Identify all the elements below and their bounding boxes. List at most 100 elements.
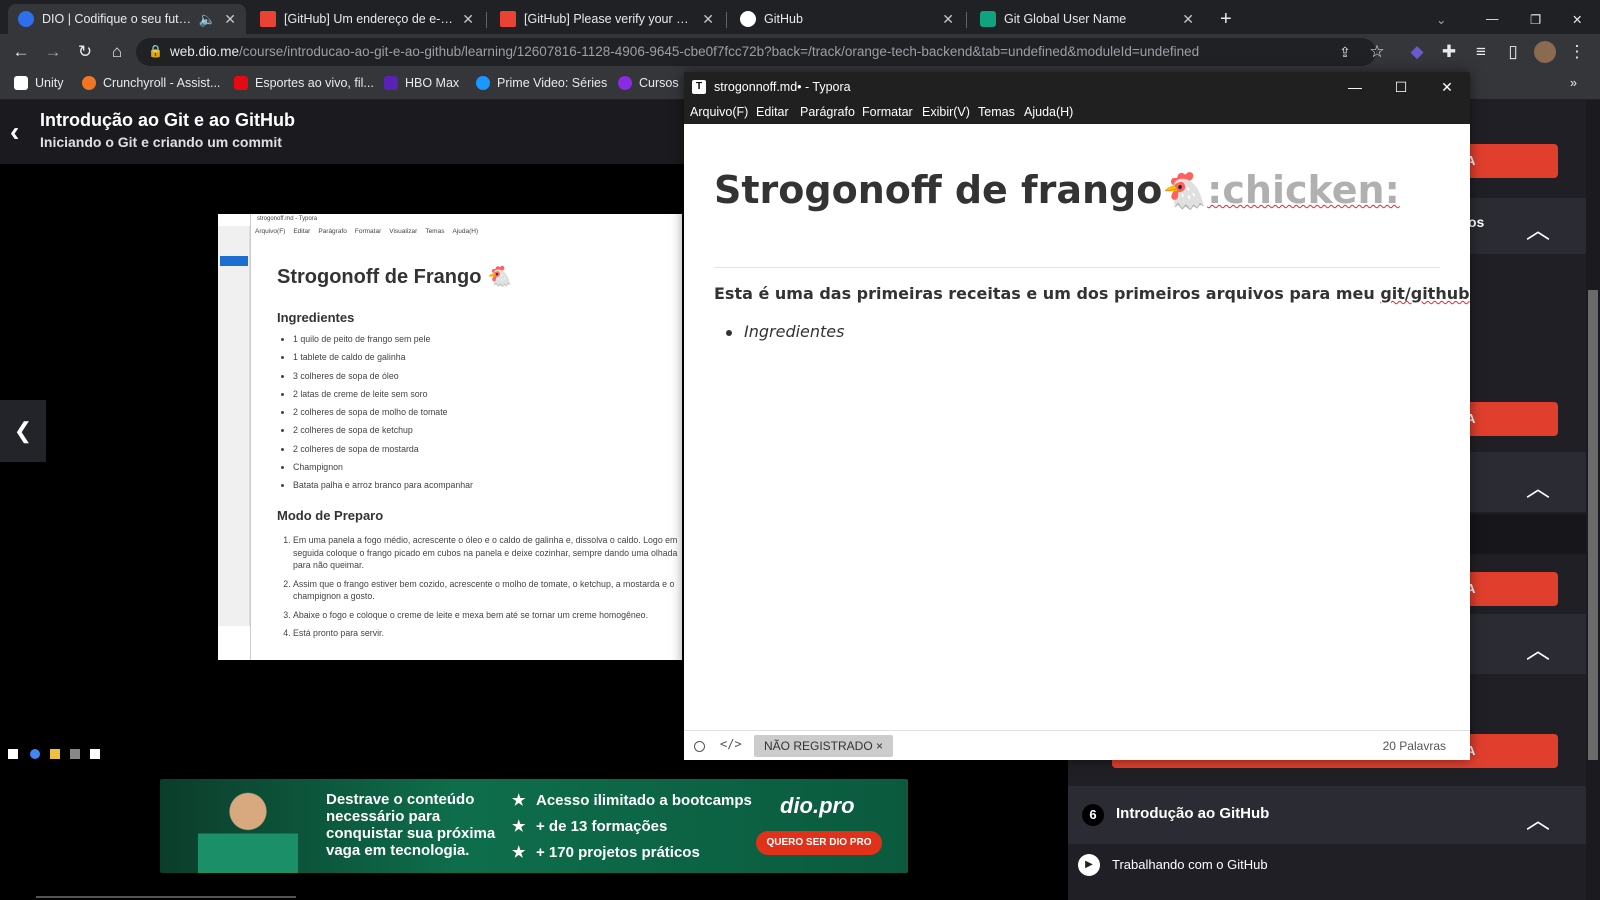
- bookmark-crunchyroll[interactable]: Crunchyroll - Assist...: [82, 76, 220, 90]
- close-button[interactable]: ✕: [1424, 72, 1470, 102]
- video-ingredients-heading: Ingredientes: [277, 310, 355, 325]
- bookmark-label: Crunchyroll - Assist...: [103, 76, 221, 90]
- menu-formatar[interactable]: Formatar: [862, 105, 913, 119]
- list-item: Em uma panela a fogo médio, acrescente o…: [293, 534, 683, 572]
- bookmark-label: Unity: [35, 76, 64, 90]
- menu-ajuda[interactable]: Ajuda(H): [1024, 105, 1073, 119]
- github-icon: [740, 11, 756, 27]
- list-item: Champignon: [293, 462, 473, 480]
- module-introducao-github[interactable]: 6 Introdução ao GitHub ︿: [1068, 786, 1590, 844]
- video-menu-item: Arquivo(F): [255, 228, 286, 235]
- extensions-puzzle-icon[interactable]: ✚: [1438, 41, 1460, 63]
- extension-icon[interactable]: ◆: [1406, 41, 1428, 63]
- bookmark-esportes[interactable]: Esportes ao vivo, fil...: [234, 76, 374, 90]
- section-label: os: [1468, 214, 1485, 230]
- tab-git-user-name[interactable]: Git Global User Name ✕: [970, 4, 1204, 34]
- menu-exibir[interactable]: Exibir(V): [922, 105, 970, 119]
- bookmark-unity[interactable]: Unity: [14, 76, 63, 90]
- tab-gmail-1[interactable]: [GitHub] Um endereço de e-mail ✕: [250, 4, 484, 34]
- lock-icon[interactable]: 🔒: [148, 44, 163, 58]
- play-icon[interactable]: ▶: [1078, 854, 1100, 876]
- menu-paragrafo[interactable]: Parágrafo: [800, 105, 855, 119]
- collapse-sidebar-chevron-icon[interactable]: ❮: [0, 400, 46, 462]
- tab-separator: [486, 12, 487, 28]
- video-file-explorer: [218, 226, 250, 626]
- bookmark-label: Cursos: [639, 76, 679, 90]
- list-item: Batata palha e arroz branco para acompan…: [293, 480, 473, 498]
- star-icon: [234, 76, 248, 90]
- tab-dio[interactable]: DIO | Codifique o seu futuro 🔈 ✕: [8, 4, 246, 34]
- page-scrollbar[interactable]: [1586, 100, 1600, 900]
- share-icon[interactable]: ⇪: [1334, 41, 1356, 63]
- maximize-button[interactable]: ☐: [1378, 72, 1424, 102]
- close-icon[interactable]: ✕: [942, 11, 954, 28]
- menu-arquivo[interactable]: Arquivo(F): [690, 105, 748, 119]
- dio-pro-cta-button[interactable]: QUERO SER DIO PRO: [756, 831, 882, 855]
- bookmark-primevideo[interactable]: Prime Video: Séries: [476, 76, 607, 90]
- lesson-item[interactable]: ▶ Trabalhando com o GitHub: [1068, 844, 1590, 888]
- document-heading[interactable]: Strogonoff de frango🐔:chicken:: [714, 168, 1400, 212]
- close-icon[interactable]: ✕: [462, 11, 474, 28]
- source-code-icon[interactable]: </>: [720, 737, 742, 751]
- media-control-icon[interactable]: ≡: [1470, 41, 1492, 63]
- banner-feature: ★ Acesso ilimitado a bootcamps: [512, 791, 752, 817]
- tab-search-icon[interactable]: ⌄: [1426, 4, 1456, 34]
- forward-arrow-icon[interactable]: →: [42, 41, 64, 63]
- new-tab-button[interactable]: +: [1210, 4, 1240, 34]
- back-arrow-icon[interactable]: ←: [10, 41, 32, 63]
- scrollbar-thumb[interactable]: [1588, 290, 1598, 760]
- chevron-up-icon[interactable]: ︿: [1526, 468, 1550, 503]
- list-item: 2 colheres de sopa de molho de tomate: [293, 407, 473, 425]
- speaker-icon[interactable]: 🔈: [199, 11, 216, 28]
- tab-gmail-2[interactable]: [GitHub] Please verify your email ✕: [490, 4, 724, 34]
- outline-toggle-icon[interactable]: [694, 741, 705, 752]
- chatgpt-icon: [980, 11, 996, 27]
- document-paragraph[interactable]: Esta é uma das primeiras receitas e um d…: [714, 284, 1470, 303]
- bookmarks-overflow-button[interactable]: »: [1570, 76, 1577, 90]
- browser-toolbar: ← → ↻ ⌂ 🔒 web.dio.me/course/introducao-a…: [0, 34, 1600, 70]
- video-progress-bar[interactable]: [36, 896, 296, 898]
- close-window-button[interactable]: ✕: [1562, 4, 1592, 34]
- list-item[interactable]: Ingredientes: [725, 322, 844, 341]
- close-icon[interactable]: ✕: [1182, 11, 1194, 28]
- video-window-title: strogonoff.md - Typora: [257, 216, 318, 222]
- module-number: 6: [1082, 804, 1104, 826]
- heading-text: Strogonoff de frango: [714, 168, 1163, 212]
- chevron-up-icon[interactable]: ︿: [1526, 210, 1550, 245]
- typora-editor[interactable]: Strogonoff de frango🐔:chicken: Esta é um…: [684, 124, 1470, 730]
- list-item: 1 quilo de peito de frango sem pele: [293, 334, 473, 352]
- video-menu-bar: Arquivo(F) Editar Parágrafo Formatar Visuali…: [255, 228, 486, 235]
- reload-icon[interactable]: ↻: [74, 41, 96, 63]
- minimize-button[interactable]: —: [1332, 72, 1378, 102]
- address-bar[interactable]: 🔒 web.dio.me/course/introducao-ao-git-e-…: [136, 38, 1376, 66]
- chevron-up-icon[interactable]: ︿: [1526, 630, 1550, 665]
- bookmark-label: Prime Video: Séries: [497, 76, 608, 90]
- word-count[interactable]: 20 Palavras: [1383, 739, 1446, 753]
- video-player[interactable]: strogonoff.md - Typora Arquivo(F) Editar P…: [218, 214, 682, 660]
- back-chevron-icon[interactable]: ‹: [10, 116, 19, 148]
- menu-temas[interactable]: Temas: [978, 105, 1015, 119]
- gmail-icon: [260, 11, 276, 27]
- side-panel-icon[interactable]: ▯: [1502, 41, 1524, 63]
- home-icon[interactable]: ⌂: [106, 41, 128, 63]
- profile-avatar[interactable]: [1534, 41, 1556, 63]
- dio-pro-banner[interactable]: Destrave o conteúdo necessário para conq…: [160, 779, 908, 873]
- unregistered-badge[interactable]: NÃO REGISTRADO ×: [754, 735, 894, 757]
- windows-start-icon: [8, 749, 18, 759]
- tab-github[interactable]: GitHub ✕: [730, 4, 964, 34]
- menu-dots-icon[interactable]: ⋮: [1566, 41, 1588, 63]
- restore-button[interactable]: ❐: [1520, 4, 1550, 34]
- menu-editar[interactable]: Editar: [756, 105, 789, 119]
- banner-headline: Destrave o conteúdo necessário para conq…: [326, 791, 496, 859]
- bookmark-hbomax[interactable]: HBO Max: [384, 76, 459, 90]
- chevron-up-icon[interactable]: ︿: [1526, 800, 1550, 835]
- prime-video-icon: [476, 76, 490, 90]
- minimize-button[interactable]: —: [1476, 4, 1506, 34]
- tab-title: [GitHub] Um endereço de e-mail: [284, 12, 455, 26]
- close-icon[interactable]: ✕: [224, 11, 236, 28]
- dio-favicon-icon: [18, 11, 34, 27]
- video-menu-item: Editar: [293, 228, 311, 235]
- bookmark-star-icon[interactable]: ☆: [1366, 41, 1388, 63]
- bookmark-cursos[interactable]: Cursos: [618, 76, 679, 90]
- close-icon[interactable]: ✕: [702, 11, 714, 28]
